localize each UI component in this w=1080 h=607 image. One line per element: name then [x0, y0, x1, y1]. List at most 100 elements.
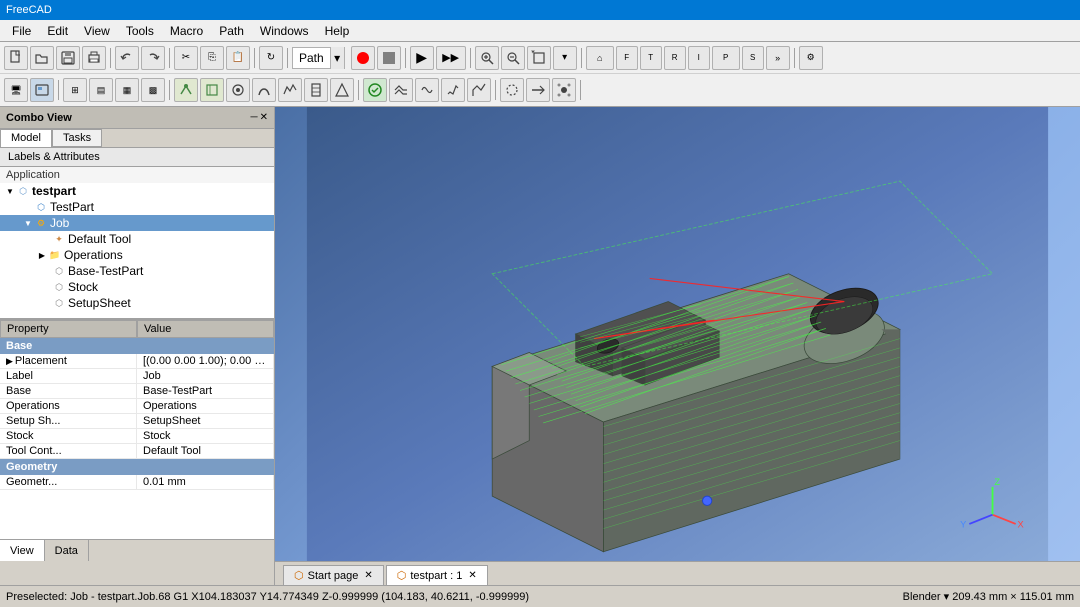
view-iso-btn[interactable]: I [688, 46, 710, 70]
viewport[interactable]: X Z Y [275, 107, 1080, 561]
prop-row-base[interactable]: Base Base-TestPart [0, 384, 274, 399]
tb2-btn3[interactable]: ⊞ [63, 78, 87, 102]
view-top-btn[interactable]: T [640, 46, 662, 70]
prop-row-toolcont[interactable]: Tool Cont... Default Tool [0, 444, 274, 459]
zoom-out-btn[interactable] [501, 46, 525, 70]
new-file-btn[interactable] [4, 46, 28, 70]
menu-tools[interactable]: Tools [118, 22, 162, 40]
bottom-tab-data[interactable]: Data [45, 540, 89, 561]
testpart-tab-close[interactable]: ✕ [468, 570, 476, 581]
more-views-btn[interactable]: » [766, 46, 790, 70]
path-op-btn6[interactable] [304, 78, 328, 102]
path-op-btn7[interactable] [330, 78, 354, 102]
tree-area[interactable]: Application ▼ ⬡ testpart ⬡ TestPart ▼ ⚙ … [0, 167, 274, 319]
view-dropdown-btn[interactable]: ▾ [553, 46, 577, 70]
tree-arrow-base[interactable] [40, 265, 52, 277]
tree-item-base[interactable]: ⬡ Base-TestPart [0, 263, 274, 279]
tree-arrow-operations[interactable]: ▶ [36, 249, 48, 261]
bottom-tab-view[interactable]: View [0, 540, 45, 561]
tb2-btn5[interactable]: ▦ [115, 78, 139, 102]
menu-edit[interactable]: Edit [39, 22, 76, 40]
tree-item-job[interactable]: ▼ ⚙ Job [0, 215, 274, 231]
prop-row-placement[interactable]: ▶ Placement [(0.00 0.00 1.00); 0.00 °;..… [0, 354, 274, 369]
workbench-btn[interactable]: ⚙ [799, 46, 823, 70]
menu-windows[interactable]: Windows [252, 22, 317, 40]
path-op-btn9[interactable] [389, 78, 413, 102]
operations-icon: 📁 [48, 248, 62, 262]
tree-arrow-default-tool[interactable] [40, 233, 52, 245]
prop-row-operations[interactable]: Operations Operations [0, 399, 274, 414]
tb2-btn4[interactable]: ▤ [89, 78, 113, 102]
open-btn[interactable] [30, 46, 54, 70]
tree-arrow-setupsheet[interactable] [40, 297, 52, 309]
prop-row-geom[interactable]: Geometr... 0.01 mm [0, 475, 274, 490]
path-dropdown-arrow[interactable]: ▾ [330, 47, 344, 69]
refresh-btn[interactable]: ↻ [259, 46, 283, 70]
record-btn[interactable] [351, 46, 375, 70]
path-op-btn13[interactable] [500, 78, 524, 102]
tree-item-testpart[interactable]: ▼ ⬡ testpart [0, 183, 274, 199]
path-op-btn2[interactable] [200, 78, 224, 102]
play-btn[interactable]: ▶ [410, 46, 434, 70]
tab-model[interactable]: Model [0, 129, 52, 147]
sep2 [169, 48, 170, 68]
tree-arrow-testpart[interactable]: ▼ [4, 185, 16, 197]
start-page-close[interactable]: ✕ [364, 570, 372, 581]
tree-item-stock[interactable]: ⬡ Stock [0, 279, 274, 295]
redo-btn[interactable] [141, 46, 165, 70]
path-op-btn4[interactable] [252, 78, 276, 102]
cut-btn[interactable]: ✂ [174, 46, 198, 70]
path-op-btn3[interactable] [226, 78, 250, 102]
tree-arrow-testpart-obj[interactable] [22, 201, 34, 213]
path-op-btn15[interactable] [552, 78, 576, 102]
prop-row-label[interactable]: Label Job [0, 369, 274, 384]
copy-btn[interactable]: ⎘ [200, 46, 224, 70]
stop-btn[interactable] [377, 46, 401, 70]
combo-minimize-btn[interactable]: ─ [251, 112, 258, 123]
path-op-btn10[interactable] [415, 78, 439, 102]
tree-item-stock-label: Stock [68, 280, 98, 294]
tab-tasks[interactable]: Tasks [52, 129, 102, 147]
view-stereo-btn[interactable]: S [742, 46, 764, 70]
tree-item-setupsheet[interactable]: ⬡ SetupSheet [0, 295, 274, 311]
path-op-btn8[interactable] [363, 78, 387, 102]
menu-macro[interactable]: Macro [162, 22, 211, 40]
save-btn[interactable] [56, 46, 80, 70]
path-op-btn12[interactable] [467, 78, 491, 102]
prop-expand-icon[interactable]: ▶ [6, 356, 13, 367]
view-home-btn[interactable]: ⌂ [586, 46, 614, 70]
labels-attributes-bar[interactable]: Labels & Attributes [0, 148, 274, 167]
zoom-in-btn[interactable] [475, 46, 499, 70]
svg-text:Z: Z [994, 477, 1000, 487]
path-op-btn1[interactable] [174, 78, 198, 102]
tree-arrow-stock[interactable] [40, 281, 52, 293]
undo-btn[interactable] [115, 46, 139, 70]
path-dropdown-label[interactable]: Path [293, 51, 330, 65]
view-persp-btn[interactable]: P [712, 46, 740, 70]
tree-item-default-tool[interactable]: ✦ Default Tool [0, 231, 274, 247]
tree-item-testpart-obj[interactable]: ⬡ TestPart [0, 199, 274, 215]
path-op-btn11[interactable] [441, 78, 465, 102]
tb2-btn6[interactable]: ▩ [141, 78, 165, 102]
prop-row-stock[interactable]: Stock Stock [0, 429, 274, 444]
menu-file[interactable]: File [4, 22, 39, 40]
menu-help[interactable]: Help [317, 22, 358, 40]
tb2-btn1[interactable]: 🖥 [4, 78, 28, 102]
menu-path[interactable]: Path [211, 22, 252, 40]
prop-row-setup[interactable]: Setup Sh... SetupSheet [0, 414, 274, 429]
print-btn[interactable] [82, 46, 106, 70]
path-op-btn14[interactable] [526, 78, 550, 102]
tab-start-page[interactable]: ⬡ Start page ✕ [283, 565, 384, 585]
paste-btn[interactable]: 📋 [226, 46, 250, 70]
tb2-btn2[interactable] [30, 78, 54, 102]
view-right-btn[interactable]: R [664, 46, 686, 70]
tree-item-operations[interactable]: ▶ 📁 Operations [0, 247, 274, 263]
combo-close-btn[interactable]: ✕ [260, 112, 268, 123]
tree-arrow-job[interactable]: ▼ [22, 217, 34, 229]
fast-forward-btn[interactable]: ▶▶ [436, 46, 466, 70]
fit-all-btn[interactable] [527, 46, 551, 70]
tab-testpart[interactable]: ⬡ testpart : 1 ✕ [386, 565, 488, 585]
path-op-btn5[interactable] [278, 78, 302, 102]
menu-view[interactable]: View [76, 22, 118, 40]
view-front-btn[interactable]: F [616, 46, 638, 70]
